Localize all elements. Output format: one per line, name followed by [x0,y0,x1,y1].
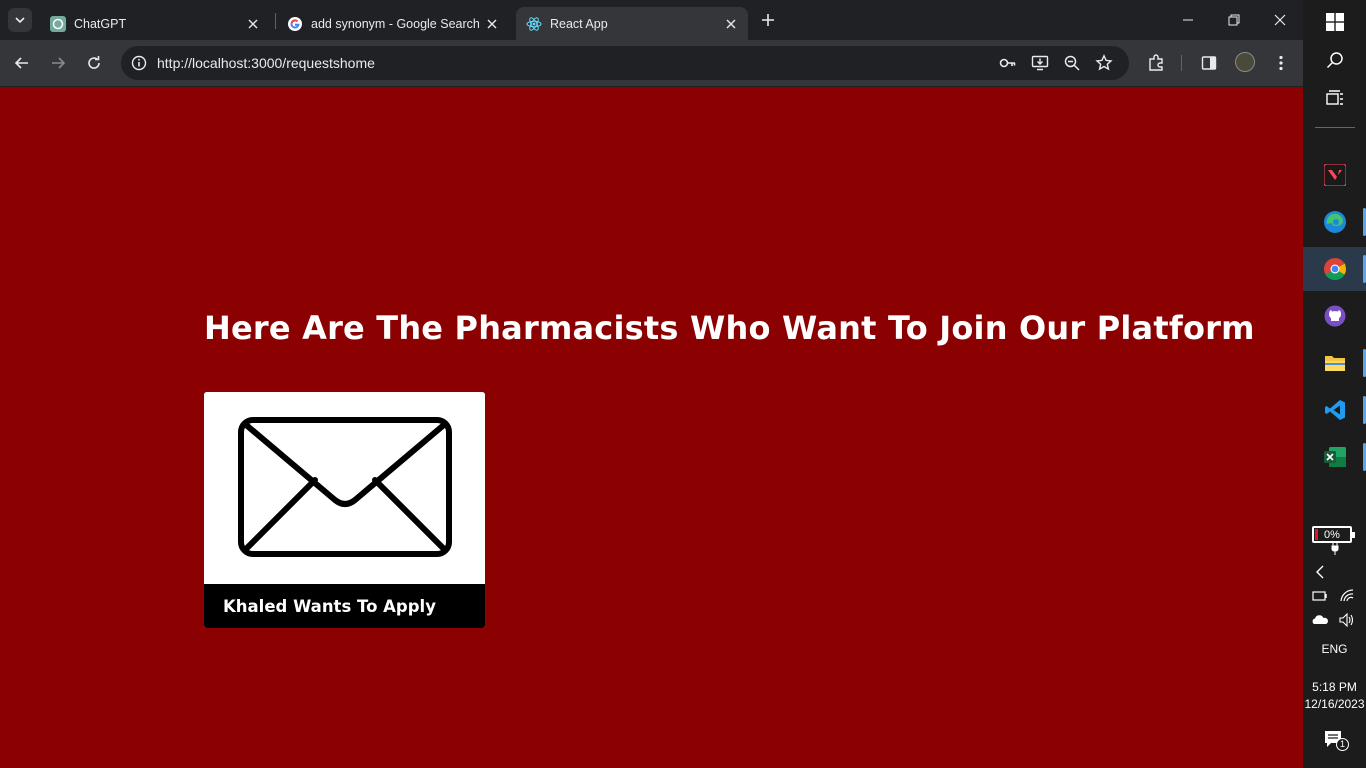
windows-icon [1325,13,1344,31]
chatgpt-icon [50,15,66,32]
close-window-button[interactable] [1257,0,1303,40]
tab-strip: ChatGPT add synonym - Google Search Reac… [0,0,1303,40]
reload-icon [88,56,100,69]
battery-percent: 0% [1324,528,1340,541]
notification-count-badge: 1 [1336,738,1349,751]
address-bar[interactable]: http://localhost:3000/requestshome [121,46,1129,80]
task-view-button[interactable] [1303,77,1366,121]
close-icon[interactable] [483,15,501,33]
taskbar-app-chrome[interactable] [1303,247,1366,291]
valorant-icon [1323,164,1346,186]
bookmark-star-icon[interactable] [1095,54,1113,72]
extensions-icon[interactable] [1145,52,1167,74]
language-indicator[interactable]: ENG [1303,642,1366,656]
taskbar-app-edge[interactable] [1303,200,1366,244]
close-icon[interactable] [722,15,740,33]
browser-window: ChatGPT add synonym - Google Search Reac… [0,0,1303,768]
tab-search-button[interactable] [8,8,32,32]
browser-toolbar: http://localhost:3000/requestshome [0,40,1303,86]
forward-button[interactable] [46,51,70,75]
request-card[interactable]: Khaled Wants To Apply [204,392,485,628]
arrow-left-icon [14,57,28,69]
profile-avatar[interactable] [1235,52,1255,72]
file-explorer-icon [1324,356,1345,371]
side-panel-icon[interactable] [1198,52,1220,74]
back-button[interactable] [10,51,34,75]
minimize-button[interactable] [1165,0,1211,40]
vscode-icon [1324,400,1345,420]
key-icon[interactable] [999,54,1017,72]
search-button[interactable] [1303,38,1366,82]
taskbar-separator [1315,127,1355,128]
notification-center-button[interactable]: 1 [1303,722,1366,758]
taskbar-app-github-desktop[interactable] [1303,294,1366,338]
more-menu-icon[interactable] [1270,52,1292,74]
chevron-left-icon [1316,565,1324,579]
plug-icon [1303,540,1366,558]
install-app-icon[interactable] [1031,54,1049,72]
plus-icon [762,14,774,26]
restore-icon [1228,14,1240,26]
wifi-icon[interactable] [1335,586,1359,606]
close-icon[interactable] [244,15,262,33]
tab-chatgpt[interactable]: ChatGPT [40,7,270,40]
taskbar-app-valorant[interactable] [1303,153,1366,197]
excel-icon [1323,447,1346,467]
url-text[interactable]: http://localhost:3000/requestshome [157,55,375,71]
page-content: Here Are The Pharmacists Who Want To Joi… [0,87,1303,768]
search-icon [1326,52,1343,69]
request-card-label: Khaled Wants To Apply [223,597,436,616]
reload-button[interactable] [82,51,106,75]
site-info-icon[interactable] [129,53,149,73]
edge-icon [1323,211,1346,233]
tab-title: add synonym - Google Search [311,16,480,31]
tab-separator [275,13,276,29]
react-icon [526,16,542,32]
envelope-icon [237,417,452,557]
new-tab-button[interactable] [757,9,779,31]
taskbar-app-excel[interactable] [1303,435,1366,479]
google-icon [287,16,303,32]
close-icon [1274,14,1286,26]
taskbar-app-vscode[interactable] [1303,388,1366,432]
windows-taskbar: 0% ENG 5:18 PM 12/16/2023 1 [1303,0,1366,768]
restore-button[interactable] [1211,0,1257,40]
page-title: Here Are The Pharmacists Who Want To Joi… [204,309,1255,347]
chrome-icon [1323,258,1346,280]
arrow-right-icon [52,57,66,69]
tablet-mode-icon[interactable] [1309,586,1331,606]
tab-react-app[interactable]: React App [516,7,748,40]
show-hidden-icons-button[interactable] [1303,560,1337,584]
clock-time[interactable]: 5:18 PM [1303,680,1366,694]
zoom-out-icon[interactable] [1063,54,1081,72]
minimize-icon [1183,19,1193,21]
onedrive-icon[interactable] [1309,610,1331,630]
request-card-image [204,392,485,584]
task-view-icon [1325,90,1343,105]
tab-title: React App [550,16,608,31]
chevron-down-icon [15,17,25,24]
toolbar-divider [1181,55,1182,71]
tab-google-search[interactable]: add synonym - Google Search [277,7,509,40]
tab-title: ChatGPT [74,16,127,31]
taskbar-app-file-explorer[interactable] [1303,341,1366,385]
github-desktop-icon [1324,305,1345,327]
request-card-caption: Khaled Wants To Apply [204,584,485,628]
volume-icon[interactable] [1335,610,1359,630]
clock-date[interactable]: 12/16/2023 [1303,697,1366,711]
